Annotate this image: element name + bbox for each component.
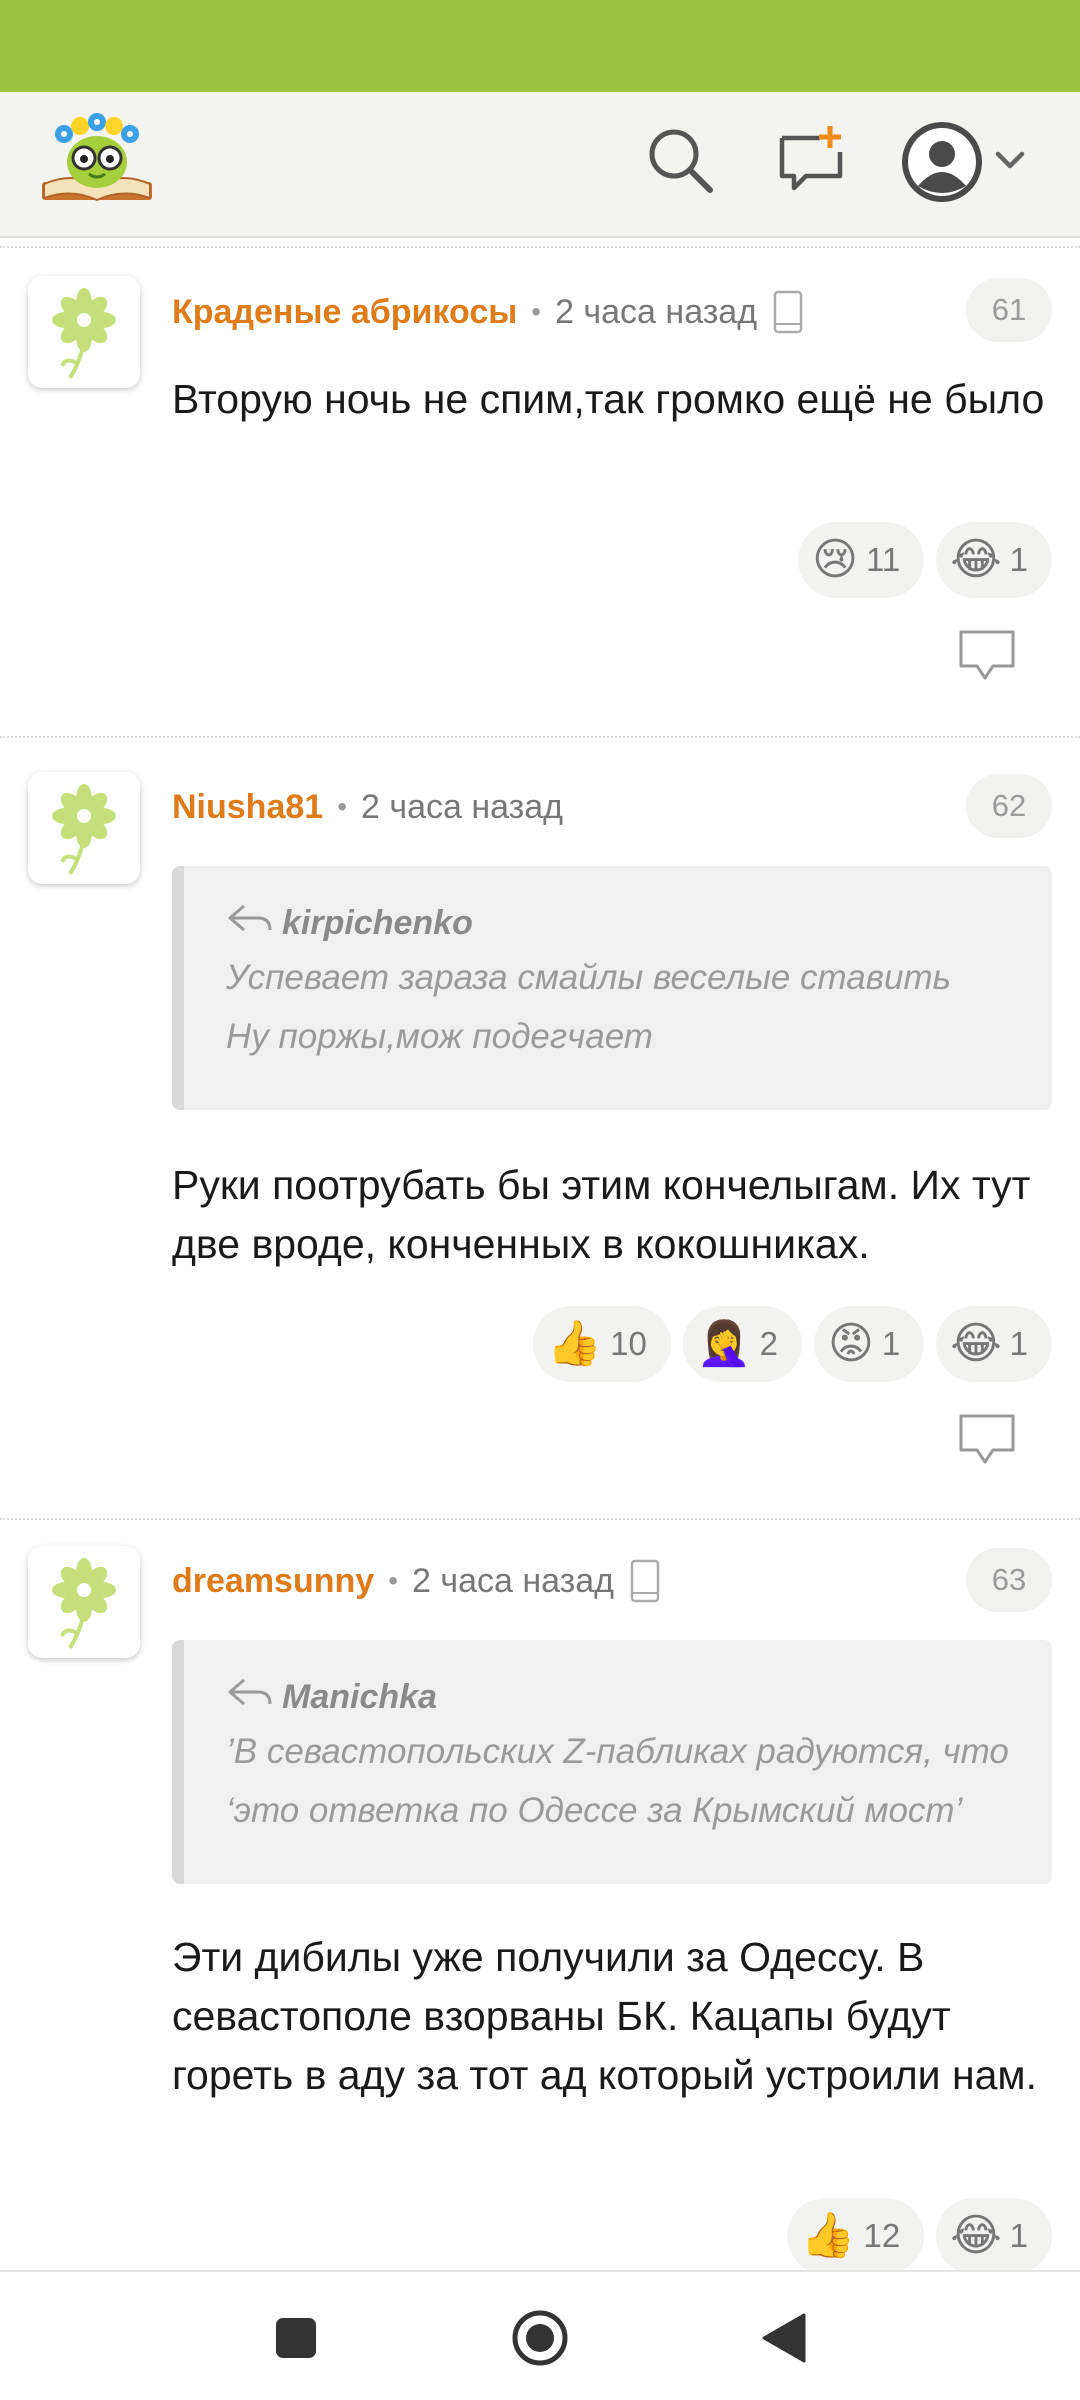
reaction-emoji: 👍 <box>800 2210 856 2261</box>
user-avatar-icon <box>902 122 982 202</box>
meta-separator: • <box>337 791 347 822</box>
reaction-emoji: 🤦‍♀️ <box>696 1318 752 1369</box>
comment-text: Руки поотрубать бы этим кончелыгам. Их т… <box>172 1162 1031 1267</box>
triangle-back-icon[interactable] <box>744 2298 824 2378</box>
comment-meta: Niusha81 • 2 часа назад <box>172 782 563 832</box>
meta-separator: • <box>531 296 542 327</box>
reaction-chip[interactable]: 😢 11 <box>798 522 925 598</box>
reaction-chip[interactable]: 😂 1 <box>936 522 1052 598</box>
reaction-emoji: 😡 <box>827 1318 874 1369</box>
comment-divider <box>0 736 1080 738</box>
quote-author[interactable]: Manichka <box>282 1678 437 1717</box>
reaction-count: 12 <box>863 2217 901 2254</box>
reaction-chip[interactable]: 👍 12 <box>786 2198 925 2274</box>
comment-time: 2 часа назад <box>555 292 758 331</box>
reply-arrow-icon <box>226 902 282 945</box>
avatar[interactable] <box>28 772 140 884</box>
avatar[interactable] <box>28 1546 140 1658</box>
reactions-bar: 👍 12 😂 1 <box>786 2198 1052 2274</box>
comment-divider <box>0 246 1080 248</box>
reaction-count: 1 <box>1009 2217 1028 2254</box>
quote-line: ‘это ответка по Одессе за Крымский мост’ <box>226 1791 963 1830</box>
reaction-chip[interactable]: 😡 1 <box>813 1306 925 1382</box>
comment-text: Эти дибилы уже получили за Одессу. В сев… <box>172 1934 1037 2098</box>
quote-line: ’В севастопольских Z-пабликах радуются, … <box>226 1732 1009 1771</box>
reaction-count: 1 <box>1009 541 1028 578</box>
reply-arrow-icon <box>226 1676 282 1719</box>
add-chat-icon[interactable] <box>772 120 852 200</box>
profile-menu[interactable] <box>900 120 1040 204</box>
reaction-emoji: 😢 <box>812 534 858 585</box>
comment-author[interactable]: Niusha81 <box>172 788 323 827</box>
quote-line: Успевает зараза смайлы веселые ставить <box>226 958 952 997</box>
reaction-count: 11 <box>865 541 901 578</box>
reactions-bar: 👍 10 🤦‍♀️ 2 😡 1 😂 1 <box>533 1306 1052 1382</box>
reaction-emoji: 😂 <box>950 534 1002 585</box>
reaction-count: 2 <box>759 1325 778 1362</box>
comment-time: 2 часа назад <box>361 787 563 826</box>
comment-text: Вторую ночь не спим,так громко ещё не бы… <box>172 376 1045 422</box>
reaction-emoji: 👍 <box>547 1318 603 1369</box>
comment-meta: Краденые абрикосы • 2 часа назад <box>172 287 803 337</box>
reaction-chip[interactable]: 😂 1 <box>936 2198 1052 2274</box>
reaction-chip[interactable]: 👍 10 <box>533 1306 671 1382</box>
book-flower-logo-icon[interactable] <box>34 110 160 216</box>
quote-author-row: kirpichenko <box>226 898 1012 948</box>
reaction-chip[interactable]: 😂 1 <box>936 1306 1052 1382</box>
quote-author-row: Manichka <box>226 1672 1012 1722</box>
comment-divider <box>0 1518 1080 1520</box>
square-recents-icon[interactable] <box>256 2298 336 2378</box>
mobile-phone-icon <box>773 290 803 334</box>
quote-block: kirpichenko Успевает зараза смайлы весел… <box>172 866 1052 1110</box>
comment-time: 2 часа назад <box>412 1561 614 1600</box>
chevron-down-icon <box>995 151 1025 169</box>
reactions-bar: 😢 11 😂 1 <box>798 522 1052 598</box>
search-icon[interactable] <box>640 120 720 200</box>
reaction-emoji: 😂 <box>950 1318 1002 1369</box>
quote-block: Manichka ’В севастопольских Z-пабликах р… <box>172 1640 1052 1884</box>
circle-home-icon[interactable] <box>500 2298 580 2378</box>
app-header <box>0 92 1080 238</box>
quote-author[interactable]: kirpichenko <box>282 904 473 943</box>
quote-line: Ну поржы,мож подегчает <box>226 1017 653 1056</box>
comment-author[interactable]: dreamsunny <box>172 1562 374 1601</box>
reaction-count: 10 <box>610 1325 647 1362</box>
status-bar <box>0 0 1080 92</box>
reply-icon[interactable] <box>952 624 1022 686</box>
system-nav-bar <box>0 2270 1080 2400</box>
avatar[interactable] <box>28 276 140 388</box>
comment-number[interactable]: 62 <box>966 774 1052 838</box>
meta-separator: • <box>388 1565 398 1596</box>
comment-number[interactable]: 61 <box>966 278 1052 342</box>
comment-author[interactable]: Краденые абрикосы <box>172 293 517 332</box>
reaction-count: 1 <box>881 1325 901 1362</box>
reaction-emoji: 😂 <box>950 2210 1002 2261</box>
comment-meta: dreamsunny • 2 часа назад <box>172 1556 660 1606</box>
mobile-phone-icon <box>630 1559 660 1603</box>
reply-icon[interactable] <box>952 1408 1022 1470</box>
comment-number[interactable]: 63 <box>966 1548 1052 1612</box>
reaction-chip[interactable]: 🤦‍♀️ 2 <box>682 1306 802 1382</box>
reaction-count: 1 <box>1009 1325 1028 1362</box>
